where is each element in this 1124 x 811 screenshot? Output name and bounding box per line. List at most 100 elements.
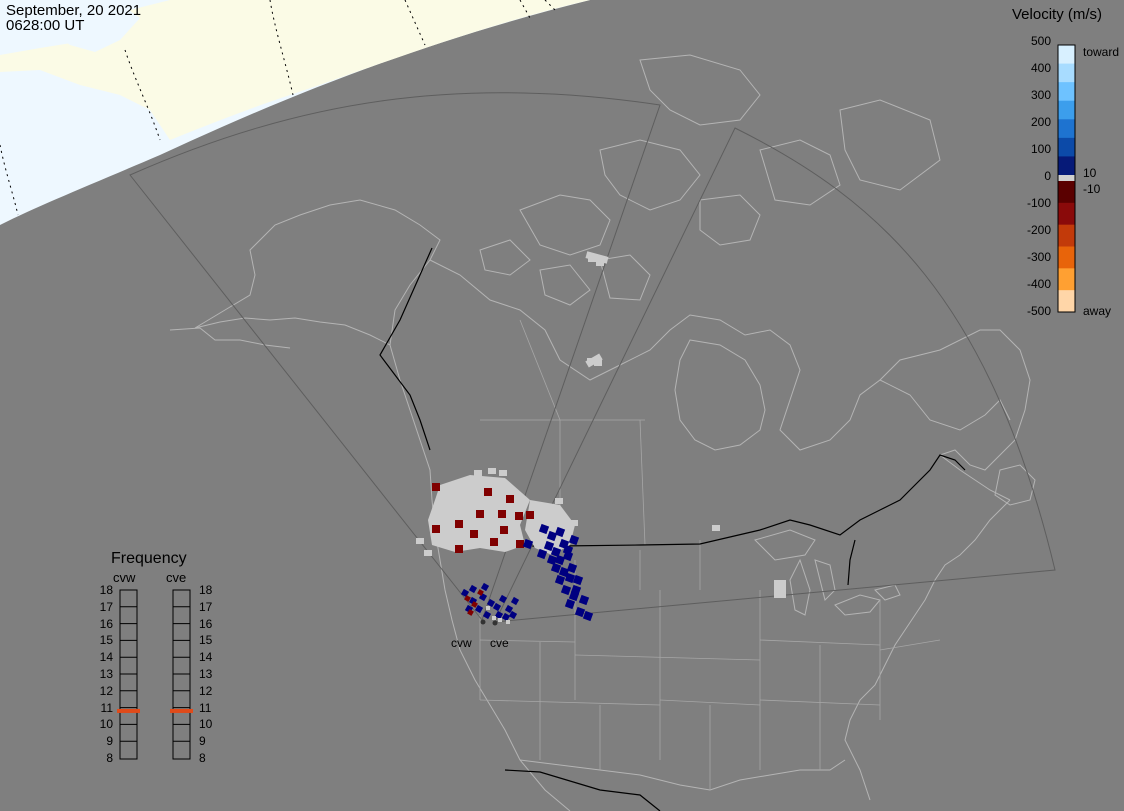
- scatter-cell: [510, 596, 520, 606]
- freq-scale-label: 12: [99, 683, 113, 698]
- freq-scale-label: 10: [99, 717, 113, 732]
- scatter-cell: [492, 616, 496, 620]
- freq-scale-label: 16: [199, 616, 213, 631]
- colorbar-away-segment: [1058, 224, 1075, 247]
- scatter-cell: [554, 574, 566, 586]
- colorbar-tick-label: -100: [1026, 196, 1051, 210]
- fov-outlines: [129, 92, 1056, 623]
- freq-scale-label: 14: [99, 650, 113, 665]
- colorbar-toward-segment: [1058, 45, 1075, 65]
- colorbar-tick-label: -400: [1026, 277, 1051, 291]
- coastlines: [169, 54, 1036, 811]
- scatter-cell: [474, 470, 482, 476]
- map-canvas: [0, 0, 1076, 811]
- colorbar-tick-label: 500: [1030, 34, 1051, 48]
- colorbar-tick-label: 100: [1030, 142, 1051, 156]
- time-label: 0628:00 UT: [6, 17, 85, 34]
- scatter-cell: [488, 468, 496, 474]
- scatter-cell: [506, 620, 510, 624]
- freq-scale-label: 9: [199, 734, 206, 749]
- scatter-cell: [486, 606, 490, 610]
- freq-scale-label: 18: [199, 583, 213, 597]
- scatter-cell: [515, 512, 523, 520]
- scatter-cell: [432, 525, 440, 533]
- scatter-cell: [774, 580, 786, 598]
- colorbar-toward-segment: [1058, 137, 1075, 157]
- scatter-cell: [476, 510, 484, 518]
- scatter-cell: [582, 610, 594, 622]
- freq-scale-label: 8: [106, 751, 113, 765]
- colorbar-tick-label: 400: [1030, 61, 1051, 75]
- colorbar-tick-label: 300: [1030, 88, 1051, 102]
- scatter-cell: [482, 610, 492, 620]
- scatter-cell: [490, 538, 498, 546]
- colorbar-toward-segment: [1058, 82, 1075, 102]
- toward-label: toward: [1083, 45, 1120, 59]
- freq-scale-label: 13: [199, 667, 213, 681]
- freq-scale-label: 11: [199, 700, 212, 715]
- colorbar-tick-label: 200: [1030, 115, 1051, 129]
- freq-scale-label: 13: [99, 667, 113, 681]
- cve-fov: [494, 127, 1056, 623]
- scatter-cell: [480, 582, 490, 592]
- radar-label-cvw: cvw: [451, 636, 472, 650]
- scatter-cell: [424, 550, 432, 556]
- freq-scale-label: 17: [199, 599, 213, 614]
- scatter-cell: [516, 540, 524, 548]
- freq-marker-cve: [170, 708, 193, 713]
- frequency-title: Frequency: [111, 550, 187, 567]
- freq-scale-label: 16: [99, 616, 113, 631]
- freq-scale-label: 12: [199, 683, 213, 698]
- freq-scale-label: 17: [99, 599, 113, 614]
- scatter-cell: [546, 554, 558, 566]
- date-label: September, 20 2021: [6, 2, 142, 19]
- velocity-colorbar: [1057, 44, 1076, 313]
- colorbar-tick-label: 0: [1044, 169, 1051, 183]
- scatter-cell: [501, 612, 511, 622]
- scatter-cell: [499, 470, 507, 476]
- scatter-cell: [712, 525, 720, 531]
- freq-radar-cve: cve: [166, 570, 187, 585]
- colorbar-title: Velocity (m/s): [1012, 6, 1103, 23]
- scatter-cell: [526, 511, 534, 519]
- colorbar-toward-segment: [1058, 156, 1075, 176]
- scatter-cell: [484, 488, 492, 496]
- thresh-neg-label: -10: [1083, 182, 1101, 196]
- colorbar-away-segment: [1058, 290, 1075, 313]
- scatter-cell: [566, 562, 578, 574]
- scatter-cell: [564, 598, 576, 610]
- freq-marker-cvw: [117, 708, 140, 713]
- colorbar-tick-label: -200: [1026, 223, 1051, 237]
- colorbar-toward-segment: [1058, 100, 1075, 120]
- colorbar-toward-segment: [1058, 63, 1075, 83]
- freq-scale-label: 8: [199, 751, 206, 765]
- colorbar-away-segment: [1058, 246, 1075, 269]
- radar-sites: [480, 619, 498, 626]
- scatter-cell: [500, 526, 508, 534]
- scatter-cell: [555, 498, 563, 504]
- thresh-pos-label: 10: [1083, 166, 1097, 180]
- colorbar-away-segment: [1058, 202, 1075, 226]
- cve-site: [492, 620, 498, 626]
- colorbar-away-segment: [1058, 268, 1075, 291]
- scatter-cell: [498, 594, 508, 604]
- freq-scale-label: 11: [100, 700, 113, 715]
- freq-radar-cvw: cvw: [113, 570, 136, 585]
- colorbar-tick-label: -500: [1026, 304, 1051, 318]
- freq-scale-label: 14: [199, 650, 213, 665]
- freq-scale-label: 10: [199, 717, 213, 732]
- scatter-cell: [432, 483, 440, 491]
- frequency-panel: [117, 589, 193, 760]
- colorbar-away-segment: [1058, 181, 1075, 204]
- scatter-cell: [455, 520, 463, 528]
- scatter-cell: [550, 562, 562, 574]
- scatter-cell: [455, 545, 463, 553]
- state-lines: [479, 319, 941, 790]
- scatter-cell: [578, 594, 590, 606]
- scatter-cell: [492, 602, 502, 612]
- cvw-fov: [129, 92, 661, 621]
- scatter-cell: [498, 618, 502, 622]
- away-label: away: [1083, 304, 1112, 318]
- freq-scale-label: 15: [99, 633, 113, 648]
- freq-scale-label: 18: [99, 583, 113, 597]
